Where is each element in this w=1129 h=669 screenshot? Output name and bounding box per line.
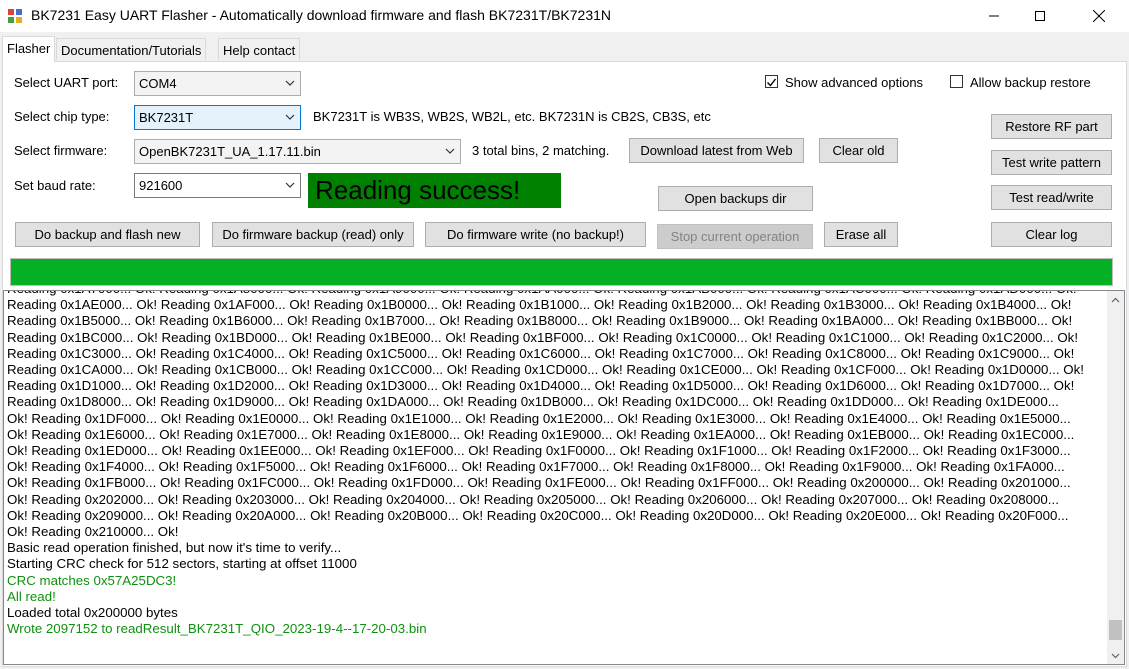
allow-backup-restore-label: Allow backup restore [970,75,1091,90]
stop-operation-button[interactable]: Stop current operation [657,224,813,249]
app-window: BK7231 Easy UART Flasher - Automatically… [0,0,1129,669]
chip-value: BK7231T [139,110,194,125]
log-line: Reading 0x1B5000... Ok! Reading 0x1B6000… [7,313,1073,329]
log-line: Ok! Reading 0x1E6000... Ok! Reading 0x1E… [7,426,1075,442]
checkbox-unchecked-icon [950,75,963,88]
maximize-button[interactable] [1017,0,1063,32]
tab-documentation[interactable]: Documentation/Tutorials [56,38,207,60]
progress-bar [10,258,1113,286]
test-read-write-button[interactable]: Test read/write [991,185,1112,210]
write-no-backup-button[interactable]: Do firmware write (no backup!) [425,222,646,247]
window-title: BK7231 Easy UART Flasher - Automatically… [31,7,612,23]
log-line: Ok! Reading 0x1ED000... Ok! Reading 0x1E… [7,443,1071,459]
log-text: Reading 0x1A7000... Ok! Reading 0x1A8000… [7,291,1099,637]
progress-fill [11,259,1112,285]
tab-help-contact[interactable]: Help contact [218,38,301,60]
title-bar: BK7231 Easy UART Flasher - Automatically… [0,0,1129,32]
chevron-down-icon [285,80,295,86]
log-line: Reading 0x1D8000... Ok! Reading 0x1D9000… [7,394,1059,410]
log-line: Ok! Reading 0x1FB000... Ok! Reading 0x1F… [7,475,1071,491]
firmware-label: Select firmware: [14,143,108,158]
test-write-button[interactable]: Test write pattern [991,150,1112,175]
show-advanced-label: Show advanced options [785,75,924,90]
chevron-down-icon [285,182,295,188]
allow-backup-restore-checkbox[interactable]: Allow backup restore [950,75,1091,91]
scroll-up-button[interactable] [1107,291,1124,308]
maximize-icon [1035,11,1045,21]
log-line: Ok! Reading 0x1DF000... Ok! Reading 0x1E… [7,410,1071,426]
port-select[interactable]: COM4 [134,71,301,96]
log-scrollbar[interactable] [1107,291,1124,664]
log-line: Ok! Reading 0x210000... Ok! [7,524,179,540]
tab-flasher[interactable]: Flasher [2,36,56,62]
minimize-button[interactable] [971,0,1017,32]
log-line: Ok! Reading 0x209000... Ok! Reading 0x20… [7,507,1069,523]
chevron-down-icon [445,148,455,154]
port-value: COM4 [139,76,177,91]
firmware-value: OpenBK7231T_UA_1.17.11.bin [139,144,321,159]
log-line: Loaded total 0x200000 bytes [7,605,178,621]
port-label: Select UART port: [14,75,119,90]
log-line: Reading 0x1AE000... Ok! Reading 0x1AF000… [7,297,1072,313]
chevron-down-icon [1111,653,1120,658]
backup-read-only-button[interactable]: Do firmware backup (read) only [212,222,414,247]
show-advanced-checkbox[interactable]: Show advanced options [765,75,923,91]
tab-strip: Flasher Documentation/Tutorials Help con… [0,36,1129,62]
log-line: Reading 0x1CA000... Ok! Reading 0x1CB000… [7,362,1084,378]
scroll-thumb[interactable] [1109,620,1122,640]
checkbox-checked-icon [765,75,778,88]
baud-select[interactable]: 921600 [134,173,301,198]
log-line: Wrote 2097152 to readResult_BK7231T_QIO_… [7,621,427,637]
firmware-count: 3 total bins, 2 matching. [472,143,610,158]
open-backups-button[interactable]: Open backups dir [658,186,813,211]
chip-label: Select chip type: [14,109,110,124]
chip-select[interactable]: BK7231T [134,105,301,130]
status-banner: Reading success! [308,173,561,208]
minimize-icon [989,15,999,17]
download-latest-button[interactable]: Download latest from Web [629,138,804,163]
log-line: Ok! Reading 0x202000... Ok! Reading 0x20… [7,491,1059,507]
clear-old-button[interactable]: Clear old [819,138,898,163]
erase-all-button[interactable]: Erase all [824,222,898,247]
chevron-down-icon [285,114,295,120]
close-button[interactable] [1076,0,1122,32]
chip-hint: BK7231T is WB3S, WB2S, WB2L, etc. BK7231… [313,109,711,124]
log-line: Reading 0x1D1000... Ok! Reading 0x1D2000… [7,378,1075,394]
scroll-down-button[interactable] [1107,647,1124,664]
log-line: Starting CRC check for 512 sectors, star… [7,556,357,572]
chevron-up-icon [1111,297,1120,302]
baud-value: 921600 [139,178,183,193]
log-line: CRC matches 0x57A25DC3! [7,572,177,588]
log-line: Basic read operation finished, but now i… [7,540,342,556]
baud-label: Set baud rate: [14,178,96,193]
log-output[interactable]: Reading 0x1A7000... Ok! Reading 0x1A8000… [3,290,1125,665]
log-line: All read! [7,588,56,604]
app-icon [7,8,23,24]
log-line: Reading 0x1A7000... Ok! Reading 0x1A8000… [7,291,1099,297]
backup-and-flash-button[interactable]: Do backup and flash new [15,222,200,247]
log-line: Reading 0x1C3000... Ok! Reading 0x1C4000… [7,345,1075,361]
log-line: Ok! Reading 0x1F4000... Ok! Reading 0x1F… [7,459,1065,475]
firmware-select[interactable]: OpenBK7231T_UA_1.17.11.bin [134,139,461,164]
log-line: Reading 0x1BC000... Ok! Reading 0x1BD000… [7,329,1079,345]
restore-rf-button[interactable]: Restore RF part [991,114,1112,139]
clear-log-button[interactable]: Clear log [991,222,1112,247]
close-icon [1093,10,1105,22]
